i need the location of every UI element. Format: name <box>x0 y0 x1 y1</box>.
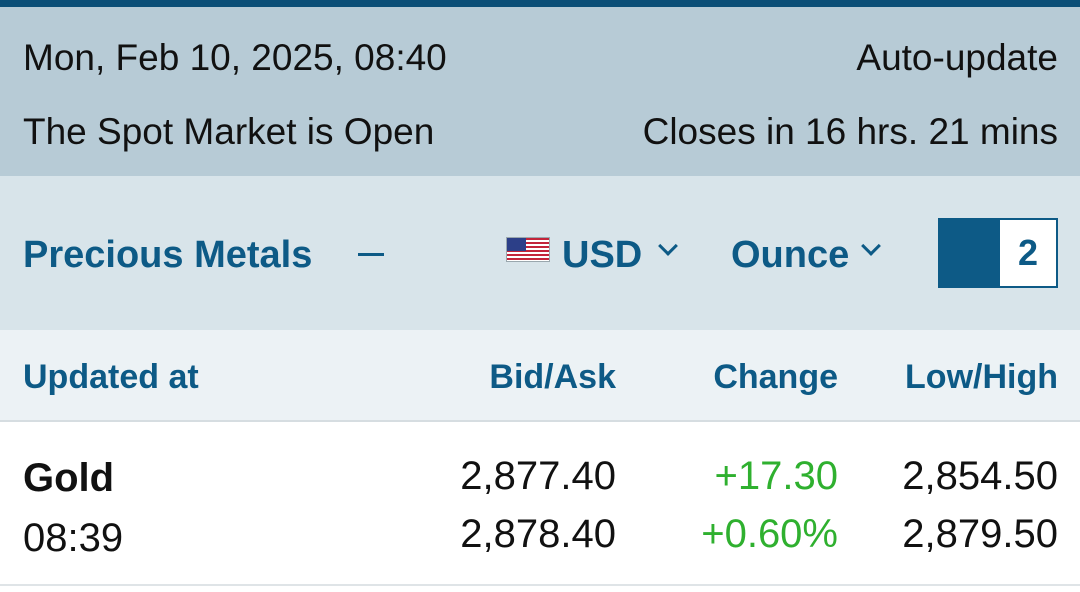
metal-name: Gold <box>23 456 115 500</box>
chevron-down-icon[interactable] <box>658 236 678 256</box>
market-open-status: The Spot Market is Open <box>23 111 435 152</box>
market-status-panel: Mon, Feb 10, 2025, 08:40 Auto-update The… <box>0 7 1080 176</box>
us-flag-icon <box>506 237 550 262</box>
column-header-low-high: Low/High <box>905 358 1058 396</box>
update-time: 08:39 <box>23 516 124 560</box>
column-header-updated-at: Updated at <box>23 358 199 396</box>
column-header-bid-ask: Bid/Ask <box>489 358 616 396</box>
ask-price: 2,878.40 <box>460 512 616 556</box>
minus-icon[interactable] <box>358 253 384 256</box>
chevron-down-icon[interactable] <box>861 236 881 256</box>
layout-toggle[interactable]: 2 <box>938 218 1058 288</box>
auto-update-button[interactable]: Auto-update <box>856 37 1058 79</box>
table-header: Updated at Bid/Ask Change Low/High <box>0 330 1080 422</box>
market-close-countdown: Closes in 16 hrs. 21 mins <box>642 111 1058 152</box>
unit-dropdown[interactable]: Ounce <box>731 234 849 277</box>
price-change: +17.30 <box>714 454 838 498</box>
category-selector[interactable]: Precious Metals <box>23 234 312 277</box>
high-price: 2,879.50 <box>902 512 1058 556</box>
price-change-percent: +0.60% <box>701 512 838 556</box>
currency-dropdown[interactable]: USD <box>562 234 642 277</box>
current-datetime: Mon, Feb 10, 2025, 08:40 <box>23 37 447 78</box>
top-accent-bar <box>0 0 1080 7</box>
bid-price: 2,877.40 <box>460 454 616 498</box>
layout-option-1[interactable] <box>940 220 1000 286</box>
layout-option-2[interactable]: 2 <box>1000 220 1056 286</box>
spot-price-screen: Mon, Feb 10, 2025, 08:40 Auto-update The… <box>0 0 1080 592</box>
column-header-change: Change <box>713 358 838 396</box>
low-price: 2,854.50 <box>902 454 1058 498</box>
filter-controls-bar: Precious Metals USD Ounce 2 <box>0 176 1080 330</box>
table-row[interactable]: Gold 08:39 2,877.40 2,878.40 +17.30 +0.6… <box>0 424 1080 586</box>
